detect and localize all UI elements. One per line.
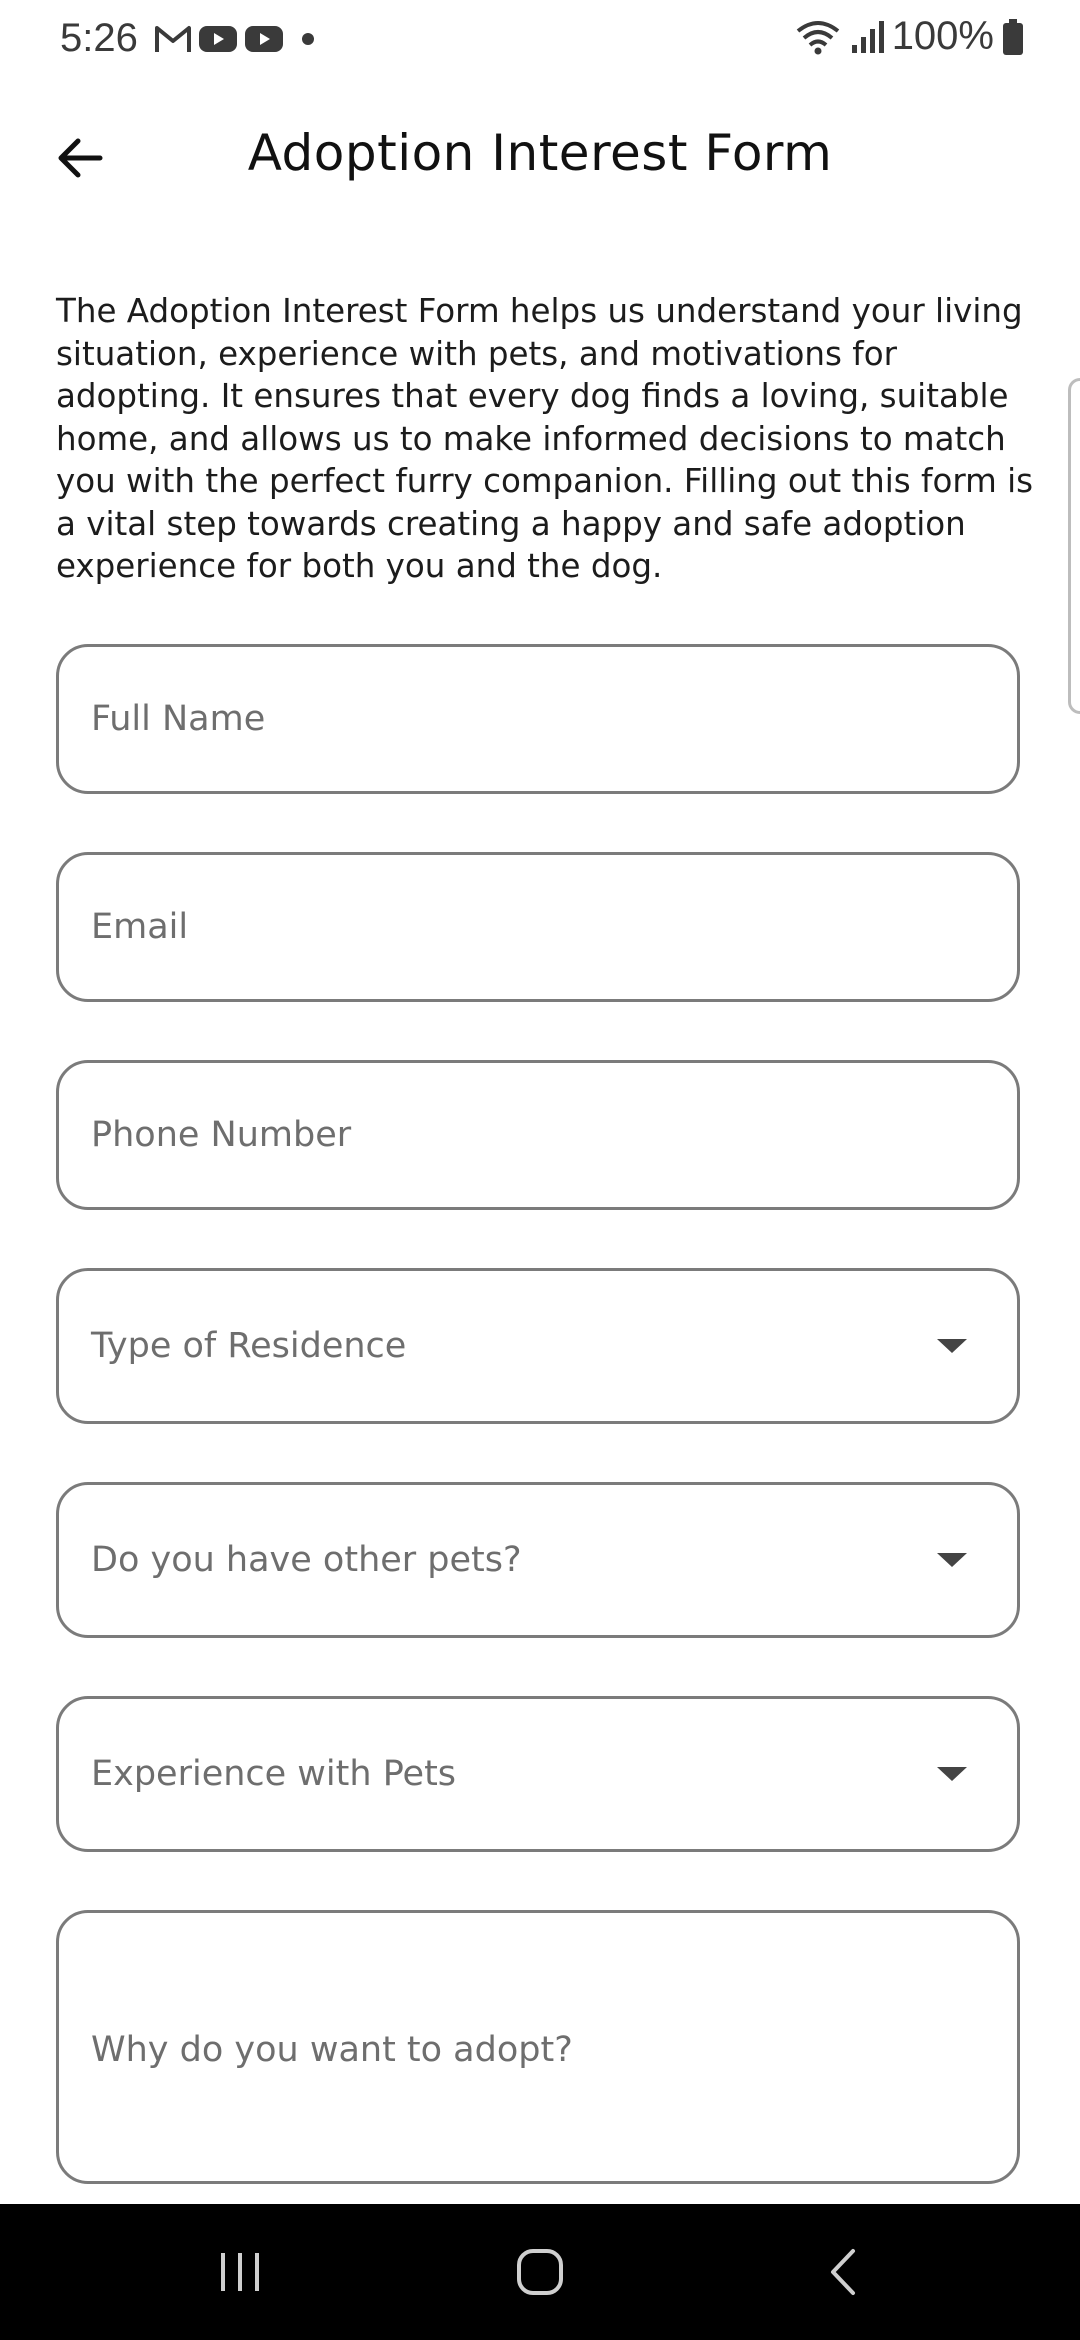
scrollbar-handle[interactable] xyxy=(1068,378,1080,714)
dropdown-arrow-icon xyxy=(937,1553,967,1567)
youtube-icon xyxy=(245,26,283,52)
recents-icon xyxy=(221,2253,259,2291)
youtube-icon xyxy=(199,26,237,52)
system-navigation-bar xyxy=(0,2204,1080,2340)
phone-field[interactable] xyxy=(56,1060,1020,1210)
signal-icon xyxy=(851,20,884,53)
email-input[interactable] xyxy=(91,855,911,999)
other-pets-select[interactable]: Do you have other pets? xyxy=(56,1482,1020,1638)
nav-back-button[interactable] xyxy=(784,2234,904,2310)
why-adopt-textarea[interactable] xyxy=(91,2029,911,2089)
other-pets-select-label: Do you have other pets? xyxy=(91,1540,522,1580)
dropdown-arrow-icon xyxy=(937,1767,967,1781)
notification-icons xyxy=(154,24,320,54)
status-bar: 5:26 100% xyxy=(0,0,1080,84)
recents-button[interactable] xyxy=(180,2234,300,2310)
intro-description: The Adoption Interest Form helps us unde… xyxy=(56,292,1034,585)
why-adopt-field[interactable] xyxy=(56,1910,1020,2184)
system-status: 100% xyxy=(794,14,1024,59)
app-bar: Adoption Interest Form xyxy=(0,110,1080,202)
full-name-field[interactable] xyxy=(56,644,1020,794)
gmail-icon xyxy=(155,26,191,52)
home-icon xyxy=(517,2249,563,2295)
experience-select[interactable]: Experience with Pets xyxy=(56,1696,1020,1852)
dropdown-arrow-icon xyxy=(937,1339,967,1353)
experience-select-label: Experience with Pets xyxy=(91,1754,457,1794)
dot-icon xyxy=(302,33,314,45)
full-name-input[interactable] xyxy=(91,647,911,791)
page-title: Adoption Interest Form xyxy=(247,124,833,182)
phone-input[interactable] xyxy=(91,1063,911,1207)
back-chevron-icon xyxy=(831,2249,855,2295)
battery-icon xyxy=(1003,18,1023,55)
home-button[interactable] xyxy=(480,2234,600,2310)
email-field[interactable] xyxy=(56,852,1020,1002)
residence-select[interactable]: Type of Residence xyxy=(56,1268,1020,1424)
status-time: 5:26 xyxy=(60,16,138,60)
residence-select-label: Type of Residence xyxy=(91,1326,407,1366)
wifi-icon xyxy=(796,20,839,54)
battery-percentage: 100% xyxy=(891,14,994,58)
